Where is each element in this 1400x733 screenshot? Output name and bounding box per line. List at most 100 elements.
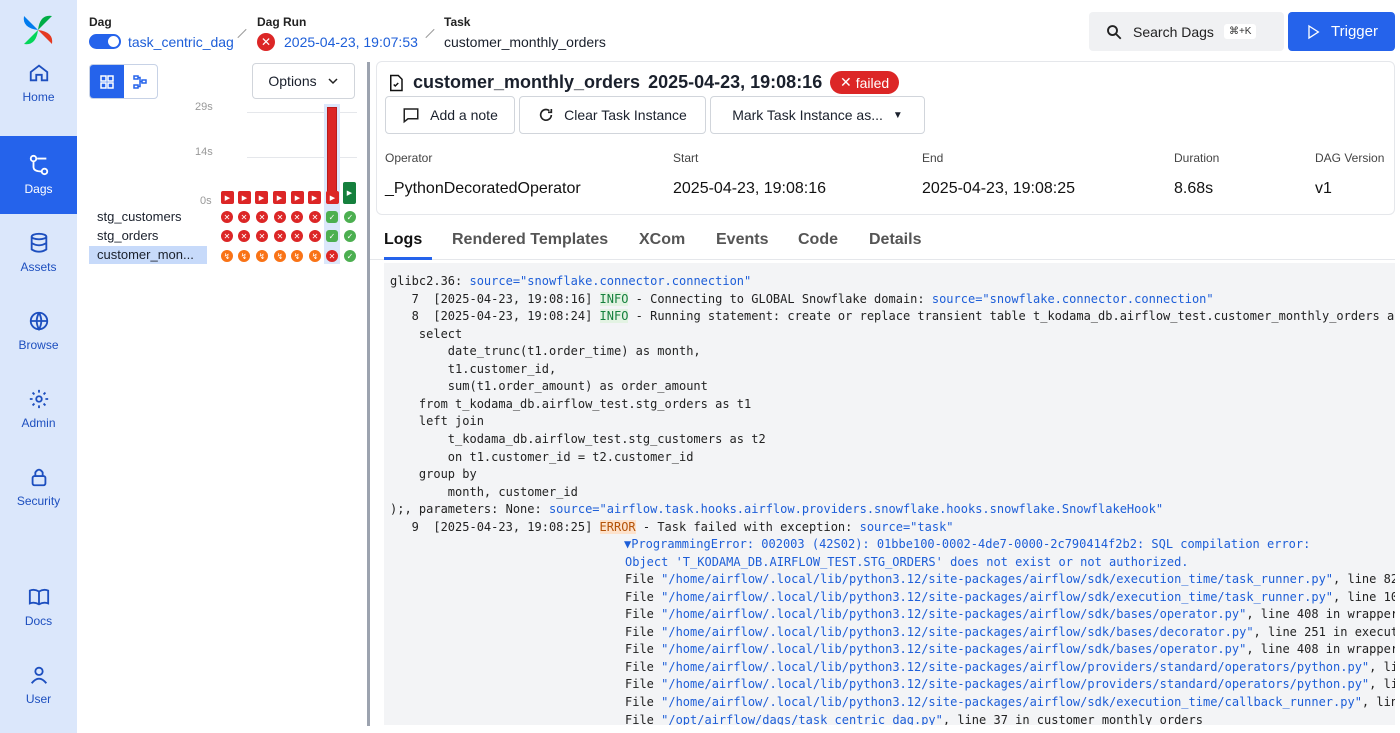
task-instance-cell[interactable]: ↯ [221, 250, 233, 262]
status-text: failed [855, 74, 890, 91]
run-bar-selected[interactable]: ▶ [326, 191, 339, 204]
run-bar[interactable]: ▶ [291, 191, 304, 204]
operator-label: Operator [385, 151, 433, 165]
run-bar[interactable]: ▶ [255, 191, 268, 204]
user-icon [30, 666, 47, 684]
log-line: on t1.customer_id = t2.customer_id [390, 450, 694, 464]
task-instance-cell[interactable]: ✕ [291, 211, 303, 223]
duration-label: Duration [1174, 151, 1220, 165]
dags-icon [29, 154, 48, 176]
task-instance-cell-selected[interactable]: ✕ [326, 250, 338, 262]
dagrun-link[interactable]: 2025-04-23, 19:07:53 [284, 34, 418, 50]
task-instance-title: customer_monthly_orders 2025-04-23, 19:0… [387, 72, 822, 93]
clear-task-instance-button[interactable]: Clear Task Instance [519, 96, 706, 134]
log-line: sum(t1.order_amount) as order_amount [390, 379, 708, 393]
task-instance-cell[interactable]: ✓ [344, 250, 356, 262]
traceback-frame: File "/home/airflow/.local/lib/python3.1… [625, 677, 1395, 691]
task-instance-cell[interactable]: ✕ [274, 230, 286, 242]
book-icon [28, 588, 49, 606]
search-dags-button[interactable]: Search Dags ⌘+K [1089, 12, 1284, 51]
task-instance-cell[interactable]: ✓ [344, 230, 356, 242]
task-instance-cell[interactable]: ✕ [256, 230, 268, 242]
run-bar[interactable]: ▶ [308, 191, 321, 204]
task-instance-cell[interactable]: ✕ [309, 230, 321, 242]
tab-rendered-templates[interactable]: Rendered Templates [452, 231, 608, 249]
sidebar-item-user[interactable]: User [0, 646, 77, 724]
start-value: 2025-04-23, 19:08:16 [673, 180, 827, 197]
task-instance-cell[interactable]: ✕ [238, 211, 250, 223]
task-row-stg-customers[interactable]: stg_customers [89, 208, 207, 226]
task-instance-cell[interactable]: ✕ [309, 211, 321, 223]
task-instance-cell[interactable]: ✓ [326, 211, 338, 223]
task-instance-cell[interactable]: ✕ [221, 211, 233, 223]
task-row-customer-monthly-orders[interactable]: customer_mon... [89, 246, 207, 264]
tab-logs[interactable]: Logs [384, 231, 422, 249]
sidebar-item-security[interactable]: Security [0, 448, 77, 526]
task-instance-cell[interactable]: ↯ [309, 250, 321, 262]
task-instance-cell[interactable]: ↯ [291, 250, 303, 262]
failed-status-icon: ✕ [257, 33, 275, 51]
log-line: t1.customer_id, [390, 362, 557, 376]
tab-code[interactable]: Code [798, 231, 838, 249]
run-bar-success[interactable]: ▶ [343, 182, 356, 204]
tab-xcom[interactable]: XCom [639, 231, 685, 249]
dag-link[interactable]: task_centric_dag [128, 34, 234, 50]
view-toggle [89, 64, 158, 99]
add-note-label: Add a note [430, 107, 498, 123]
close-icon: ✕ [840, 74, 852, 90]
log-viewer[interactable]: glibc2.36: source="snowflake.connector.c… [384, 263, 1395, 725]
sidebar-item-label: User [25, 692, 52, 706]
traceback-frame: File "/home/airflow/.local/lib/python3.1… [625, 607, 1395, 621]
selected-run-duration-bar[interactable] [327, 107, 337, 203]
sidebar-item-admin[interactable]: Admin [0, 370, 77, 448]
task-instance-cell[interactable]: ✓ [344, 211, 356, 223]
airflow-logo[interactable] [20, 12, 56, 48]
dag-version-label: DAG Version [1315, 151, 1385, 165]
gridline [247, 112, 357, 113]
task-instance-cell[interactable]: ✕ [256, 211, 268, 223]
sidebar-item-docs[interactable]: Docs [0, 568, 77, 646]
add-note-button[interactable]: Add a note [385, 96, 515, 134]
graph-view-button[interactable] [124, 65, 158, 98]
task-instance-cell[interactable]: ✕ [291, 230, 303, 242]
dag-version-value: v1 [1315, 180, 1332, 197]
dag-pause-toggle[interactable] [89, 34, 121, 49]
file-check-icon [390, 74, 403, 91]
clear-label: Clear Task Instance [564, 107, 687, 123]
sidebar-item-label: Security [16, 494, 61, 508]
exception-toggle[interactable]: ▼ProgrammingError: 002003 (42S02): 01bbe… [624, 536, 1310, 554]
task-instance-cell[interactable]: ✕ [221, 230, 233, 242]
panel-resize-handle[interactable] [367, 62, 370, 726]
sidebar-item-dags[interactable]: Dags [0, 136, 77, 214]
dag-label: Dag [89, 15, 112, 29]
grid-view-button[interactable] [90, 65, 124, 98]
run-bar[interactable]: ▶ [221, 191, 234, 204]
options-dropdown[interactable]: Options [252, 63, 355, 99]
traceback-frame: File "/home/airflow/.local/lib/python3.1… [625, 695, 1395, 709]
duration-value: 8.68s [1174, 180, 1214, 197]
run-bar[interactable]: ▶ [273, 191, 286, 204]
task-instance-cell[interactable]: ✕ [238, 230, 250, 242]
task-row-stg-orders[interactable]: stg_orders [89, 227, 207, 245]
sidebar-item-browse[interactable]: Browse [0, 292, 77, 370]
gear-icon [29, 389, 48, 409]
task-instance-cell[interactable]: ✕ [274, 211, 286, 223]
task-instance-cell[interactable]: ↯ [274, 250, 286, 262]
task-instance-time: 2025-04-23, 19:08:16 [648, 72, 823, 92]
tab-divider [370, 259, 1395, 260]
log-line: left join [390, 414, 484, 428]
task-instance-cell[interactable]: ✓ [326, 230, 338, 242]
tab-events[interactable]: Events [716, 231, 768, 249]
trigger-button[interactable]: Trigger [1288, 12, 1395, 51]
search-label: Search Dags [1133, 23, 1214, 40]
sidebar-item-home[interactable]: Home [0, 44, 77, 122]
run-bar[interactable]: ▶ [238, 191, 251, 204]
task-instance-cell[interactable]: ↯ [256, 250, 268, 262]
breadcrumb-separator [237, 28, 247, 39]
end-value: 2025-04-23, 19:08:25 [922, 180, 1076, 197]
sidebar-item-assets[interactable]: Assets [0, 214, 77, 292]
mark-task-instance-dropdown[interactable]: Mark Task Instance as... ▼ [710, 96, 925, 134]
task-instance-cell[interactable]: ↯ [238, 250, 250, 262]
tab-details[interactable]: Details [869, 231, 921, 249]
sidebar-item-label: Dags [24, 182, 53, 196]
